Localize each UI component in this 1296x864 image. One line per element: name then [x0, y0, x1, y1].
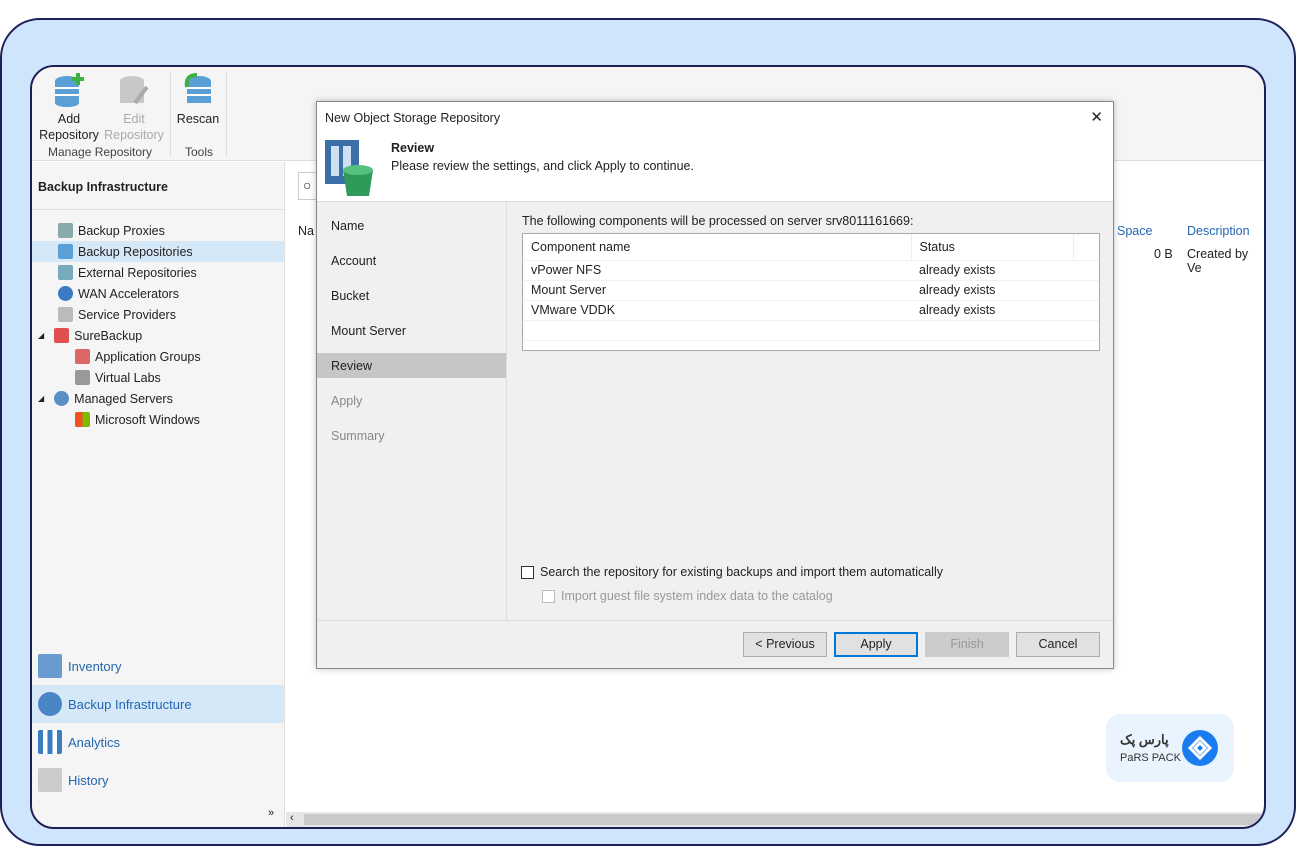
table-row: VMware VDDK already exists [523, 300, 1099, 321]
proxy-icon [58, 223, 73, 238]
object-storage-icon [325, 140, 373, 196]
tree-managed-servers[interactable]: ◢ Managed Servers [38, 388, 173, 409]
components-table: Component name Status vPower NFS already e… [522, 233, 1100, 351]
parspack-logo: پارس پک PaRS PACK [1106, 714, 1234, 782]
search-icon: ○ [303, 177, 312, 193]
application-group-icon [75, 349, 90, 364]
cloud-icon [58, 286, 73, 301]
history-icon [38, 768, 62, 792]
step-subheading: Please review the settings, and click Ap… [391, 159, 694, 173]
virtual-lab-icon [75, 370, 90, 385]
windows-icon [75, 412, 90, 427]
horizontal-scrollbar[interactable]: ‹ [286, 812, 1264, 827]
new-object-storage-repository-dialog: New Object Storage Repository ✕ Review P… [316, 101, 1114, 669]
step-apply: Apply [331, 394, 363, 408]
nav-history[interactable]: History [32, 761, 284, 799]
add-label-2: Repository [39, 128, 99, 142]
search-existing-backups-checkbox[interactable]: Search the repository for existing backu… [521, 565, 943, 580]
dialog-title: New Object Storage Repository [325, 111, 501, 125]
column-description[interactable]: Description [1187, 224, 1250, 238]
group-manage-label: Manage Repository [48, 145, 153, 159]
logo-icon [1182, 730, 1218, 766]
tree-microsoft-windows[interactable]: Microsoft Windows [75, 409, 200, 430]
column-space[interactable]: Space [1117, 224, 1152, 238]
step-name[interactable]: Name [317, 213, 506, 238]
external-repository-icon [58, 265, 73, 280]
inventory-icon [38, 654, 62, 678]
tree-wan-accelerators[interactable]: WAN Accelerators [58, 283, 179, 304]
add-label: Add [57, 112, 81, 126]
rescan-button[interactable]: Rescan [172, 73, 224, 127]
intro-text: The following components will be process… [522, 214, 914, 228]
navigation-pane: Backup Infrastructure Backup Proxies Bac… [32, 162, 285, 827]
table-row: Mount Server already exists [523, 280, 1099, 301]
previous-button[interactable]: < Previous [743, 632, 827, 657]
tree-external-repositories[interactable]: External Repositories [58, 262, 197, 283]
tree-service-providers[interactable]: Service Providers [58, 304, 176, 325]
wizard-steps: Name Account Bucket Mount Server Review … [317, 202, 507, 620]
add-repository-button[interactable]: Add Repository [37, 73, 101, 143]
group-tools-label: Tools [185, 145, 214, 159]
checkbox-icon [521, 566, 534, 580]
header-status[interactable]: Status [911, 234, 1074, 261]
import-index-checkbox: Import guest file system index data to t… [542, 589, 833, 604]
table-row: vPower NFS already exists [523, 260, 1099, 281]
finish-button: Finish [925, 632, 1009, 657]
apply-button[interactable]: Apply [834, 632, 918, 657]
infrastructure-icon [38, 692, 62, 716]
row-description: Created by Ve [1187, 247, 1249, 275]
checkbox-icon [542, 590, 555, 604]
database-edit-icon [120, 76, 149, 105]
managed-servers-icon [54, 391, 70, 406]
dialog-titlebar: New Object Storage Repository ✕ [317, 102, 1113, 132]
step-summary: Summary [331, 429, 385, 443]
dialog-header: Review Please review the settings, and c… [317, 132, 1113, 202]
column-name[interactable]: Na [298, 224, 314, 238]
divider [170, 71, 171, 157]
logo-text-fa: پارس پک [1120, 732, 1169, 747]
step-mount-server[interactable]: Mount Server [317, 318, 506, 343]
rescan-icon [184, 73, 211, 103]
database-add-icon [55, 73, 84, 107]
nav-inventory[interactable]: Inventory [32, 647, 284, 685]
step-heading: Review [391, 141, 435, 155]
service-provider-icon [58, 307, 73, 322]
checkbox-label: Import guest file system index data to t… [561, 589, 833, 603]
expand-icon[interactable]: ◢ [38, 331, 44, 340]
header-component-name[interactable]: Component name [523, 234, 912, 261]
cancel-button[interactable]: Cancel [1016, 632, 1100, 657]
tree-backup-proxies[interactable]: Backup Proxies [58, 220, 165, 241]
nav-analytics[interactable]: Analytics [32, 723, 284, 761]
tree-surebackup[interactable]: ◢ SureBackup [38, 325, 142, 346]
logo-text-en: PaRS PACK [1120, 752, 1181, 764]
surebackup-icon [54, 328, 70, 343]
pane-title: Backup Infrastructure [38, 180, 168, 194]
edit-label-2: Repository [104, 128, 164, 142]
close-icon[interactable]: ✕ [1090, 108, 1103, 126]
edit-repository-button[interactable]: Edit Repository [102, 73, 166, 143]
checkbox-label: Search the repository for existing backu… [540, 565, 943, 579]
step-account[interactable]: Account [317, 248, 506, 273]
expand-icon[interactable]: ◢ [38, 394, 44, 403]
step-bucket[interactable]: Bucket [317, 283, 506, 308]
step-review[interactable]: Review [317, 353, 506, 378]
tree-application-groups[interactable]: Application Groups [75, 346, 201, 367]
repository-icon [58, 244, 73, 259]
divider [226, 71, 227, 157]
expand-nav-icon[interactable]: » [268, 807, 274, 819]
tree-virtual-labs[interactable]: Virtual Labs [75, 367, 161, 388]
row-space: 0 B [1154, 247, 1173, 261]
nav-backup-infrastructure[interactable]: Backup Infrastructure [32, 685, 284, 723]
edit-label: Edit [123, 112, 145, 126]
table-header: Component name Status [523, 234, 1099, 261]
rescan-label: Rescan [176, 112, 220, 126]
analytics-icon [38, 730, 62, 754]
tree-backup-repositories[interactable]: Backup Repositories [32, 241, 284, 262]
